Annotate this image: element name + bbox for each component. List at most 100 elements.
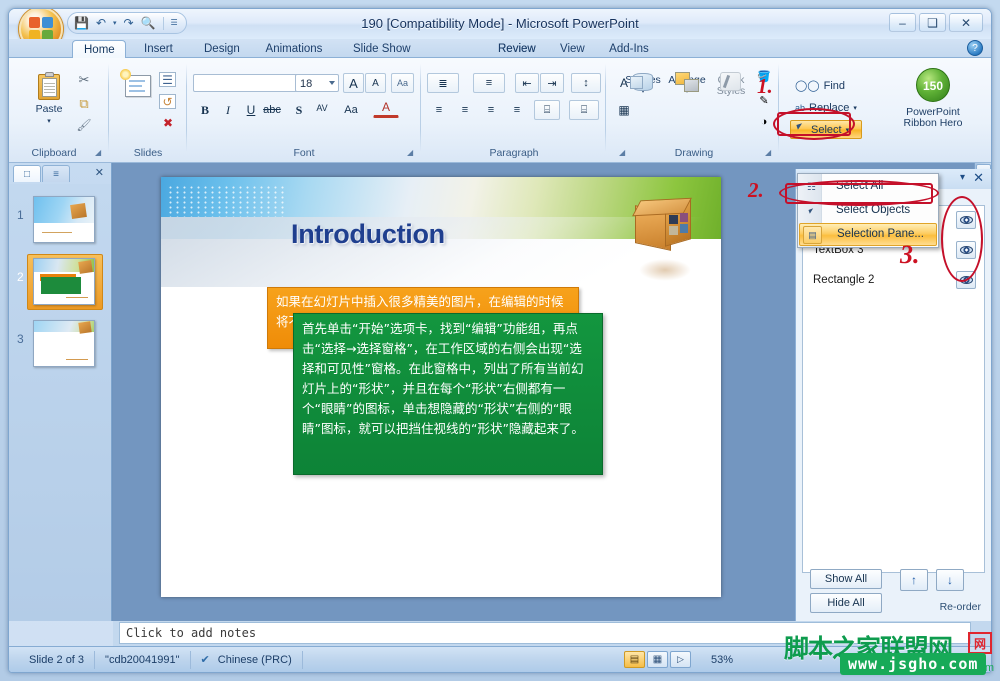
- customize-qat-icon[interactable]: ☰: [171, 19, 178, 27]
- close-thumbnail-panel-icon[interactable]: ✕: [95, 166, 104, 179]
- align-left-icon[interactable]: ≡: [427, 100, 451, 120]
- tab-home[interactable]: Home: [72, 40, 126, 59]
- new-slide-button[interactable]: New Slide: [115, 72, 159, 97]
- bold-icon[interactable]: B: [195, 100, 215, 120]
- tab-view[interactable]: View: [549, 40, 593, 59]
- columns-icon[interactable]: ⌸: [534, 100, 560, 120]
- font-color-icon[interactable]: A: [373, 98, 399, 118]
- menu-item-selection-pane[interactable]: ▤ Selection Pane...: [799, 223, 937, 246]
- font-dialog-launcher-icon[interactable]: ◢: [407, 148, 417, 158]
- move-up-button[interactable]: ↑: [900, 569, 928, 591]
- slide-reset-icon[interactable]: ↺: [159, 94, 176, 109]
- find-button[interactable]: ◯◯ Find: [790, 76, 850, 95]
- replace-dropdown-icon[interactable]: ▾: [853, 104, 857, 112]
- tab-review-label[interactable]: Review: [487, 40, 543, 59]
- line-spacing-icon[interactable]: ↕: [571, 73, 601, 93]
- font-size-combo[interactable]: 18: [295, 74, 339, 92]
- shape-fill-icon[interactable]: 🪣: [755, 70, 773, 88]
- slide-title-text[interactable]: Introduction: [291, 219, 445, 250]
- justify-icon[interactable]: ≡: [505, 100, 529, 120]
- shape-list[interactable]: TextBox 4 TextBox 3 Rectangle 2: [802, 205, 985, 573]
- paste-label: Paste: [36, 104, 63, 115]
- undo-icon[interactable]: ↶: [96, 17, 106, 29]
- chevron-down-icon[interactable]: ▾: [960, 172, 965, 183]
- slide-delete-icon[interactable]: ✖: [159, 116, 177, 134]
- change-case-icon[interactable]: Aa: [339, 100, 363, 120]
- undo-dropdown-icon[interactable]: ▾: [113, 20, 117, 27]
- shape-outline-icon[interactable]: ✎: [755, 94, 773, 112]
- thumbnail-item-2[interactable]: 2: [9, 254, 111, 310]
- thumbnail-list[interactable]: 1 2: [9, 184, 111, 621]
- slide-layout-icon[interactable]: ☰: [159, 72, 176, 87]
- minimize-button[interactable]: –: [889, 13, 916, 32]
- format-painter-icon[interactable]: 🖌: [75, 118, 93, 136]
- menu-item-select-all[interactable]: ☷ Select All: [799, 176, 937, 199]
- tab-insert[interactable]: Insert: [133, 40, 181, 59]
- close-selection-pane-icon[interactable]: ✕: [973, 170, 984, 186]
- shape-effects-icon[interactable]: ◑: [755, 116, 773, 134]
- slide-show-button[interactable]: ▷: [670, 651, 691, 668]
- close-button[interactable]: ✕: [949, 13, 983, 32]
- italic-icon[interactable]: I: [218, 100, 238, 120]
- align-text-icon[interactable]: ⌸: [569, 100, 599, 120]
- underline-icon[interactable]: U: [241, 100, 261, 120]
- strikethrough-icon[interactable]: abc: [262, 100, 282, 120]
- maximize-button[interactable]: ❑: [919, 13, 946, 32]
- tab-design[interactable]: Design: [193, 40, 245, 59]
- align-right-icon[interactable]: ≡: [479, 100, 503, 120]
- bullets-icon[interactable]: ≣: [427, 73, 459, 93]
- visibility-toggle-button[interactable]: [956, 271, 976, 289]
- copy-icon[interactable]: ⧉: [75, 96, 93, 114]
- tab-addins[interactable]: Add-Ins: [598, 40, 660, 59]
- language-indicator[interactable]: ✔ Chinese (PRC): [191, 651, 303, 669]
- shrink-font-icon[interactable]: A: [365, 73, 386, 93]
- window-frame: 190 [Compatibility Mode] - Microsoft Pow…: [8, 8, 992, 673]
- align-center-icon[interactable]: ≡: [453, 100, 477, 120]
- zoom-level[interactable]: 53%: [711, 654, 733, 666]
- slide-indicator[interactable]: Slide 2 of 3: [19, 651, 95, 669]
- increase-indent-icon[interactable]: ⇥: [540, 73, 564, 93]
- print-preview-icon[interactable]: 🔍: [141, 17, 156, 29]
- character-spacing-icon[interactable]: AV: [309, 98, 335, 118]
- tab-slides-thumbnails[interactable]: □: [13, 165, 41, 182]
- tab-slide-show[interactable]: Slide Show: [342, 40, 420, 59]
- thumbnail-item-3[interactable]: 3: [9, 316, 111, 372]
- select-button[interactable]: Select ▾: [790, 120, 862, 139]
- decrease-indent-icon[interactable]: ⇤: [515, 73, 539, 93]
- slide-canvas[interactable]: Introduction 如果在幻灯片中插入很多精美的图片，在编辑的时候将不可避…: [161, 177, 721, 597]
- ribbon-hero-label2: Ribbon Hero: [904, 118, 963, 129]
- quick-styles-button[interactable]: Quick Styles: [709, 70, 753, 97]
- show-all-button[interactable]: Show All: [810, 569, 882, 589]
- select-dropdown-icon[interactable]: ▾: [846, 126, 850, 134]
- help-icon[interactable]: ?: [967, 40, 983, 56]
- redo-icon[interactable]: ↷: [124, 17, 134, 29]
- text-shadow-icon[interactable]: S: [289, 100, 309, 120]
- paste-dropdown-icon[interactable]: ▾: [47, 116, 51, 127]
- thumbnail-item-1[interactable]: 1: [9, 192, 111, 248]
- visibility-toggle-button[interactable]: [956, 241, 976, 259]
- drawing-dialog-launcher-icon[interactable]: ◢: [765, 148, 775, 158]
- group-label-drawing: Drawing: [609, 147, 779, 159]
- replace-button[interactable]: ab Replace ▾: [790, 98, 862, 117]
- ribbon-hero-button[interactable]: 150 PowerPoint Ribbon Hero: [883, 68, 983, 129]
- menu-item-select-objects[interactable]: Select Objects: [799, 200, 937, 223]
- tab-animations[interactable]: Animations: [254, 40, 334, 59]
- shape-list-item[interactable]: Rectangle 2: [803, 266, 984, 296]
- numbering-icon[interactable]: ≡: [473, 73, 505, 93]
- hide-all-button[interactable]: Hide All: [810, 593, 882, 613]
- arrange-button[interactable]: Arrange ▾: [663, 70, 711, 97]
- cut-icon[interactable]: ✂: [75, 72, 93, 90]
- clipboard-dialog-launcher-icon[interactable]: ◢: [95, 148, 105, 158]
- visibility-toggle-button[interactable]: [956, 211, 976, 229]
- tab-outline[interactable]: ≡: [42, 165, 70, 182]
- theme-name[interactable]: "cdb20041991": [95, 651, 191, 669]
- save-icon[interactable]: 💾: [74, 17, 89, 29]
- normal-view-button[interactable]: ▤: [624, 651, 645, 668]
- paste-button[interactable]: Paste ▾: [27, 72, 71, 127]
- slide-sorter-button[interactable]: ▦: [647, 651, 668, 668]
- shapes-button[interactable]: Shapes ▾: [619, 70, 667, 97]
- clear-formatting-icon[interactable]: Aa: [391, 73, 414, 93]
- grow-font-icon[interactable]: A: [343, 73, 364, 93]
- green-textbox[interactable]: 首先单击“开始”选项卡，找到“编辑”功能组，再点击“选择→选择窗格”，在工作区域…: [293, 313, 603, 475]
- move-down-button[interactable]: ↓: [936, 569, 964, 591]
